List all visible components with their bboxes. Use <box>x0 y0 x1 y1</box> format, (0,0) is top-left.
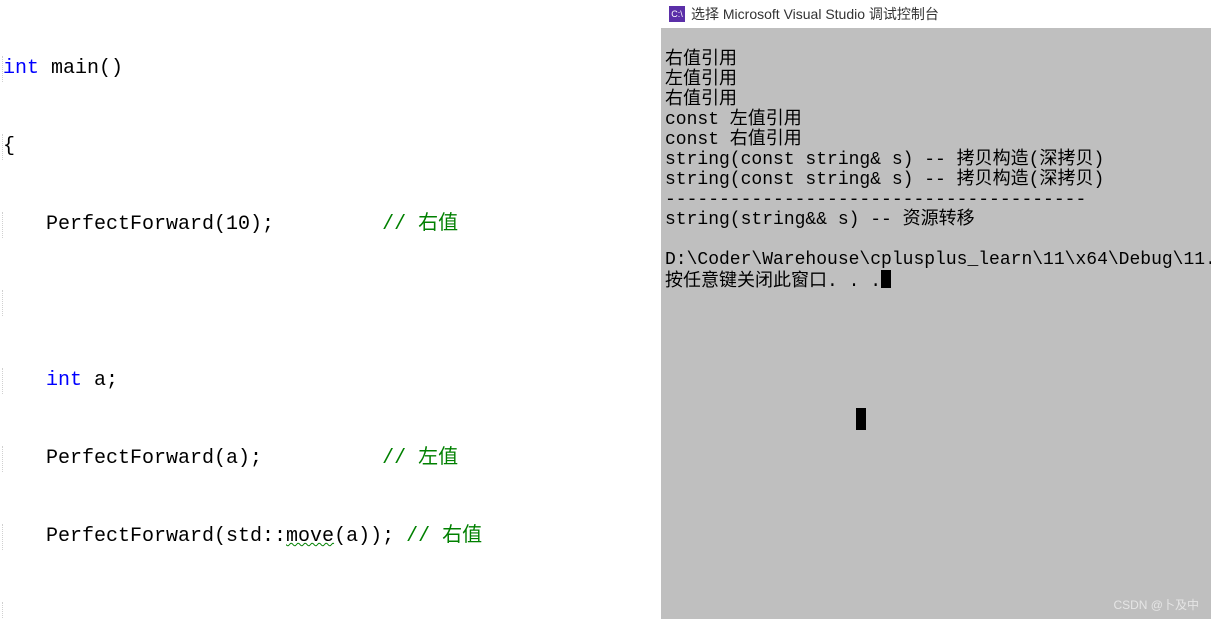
main-sig: main() <box>39 57 123 80</box>
console-output[interactable]: 右值引用 左值引用 右值引用 const 左值引用 const 右值引用 str… <box>661 28 1211 619</box>
console-line: const 左值引用 <box>665 110 802 130</box>
brace: { <box>3 135 15 158</box>
console-line: string(const string& s) -- 拷贝构造(深拷贝) <box>665 150 1104 170</box>
console-cursor <box>881 270 891 288</box>
code-editor[interactable]: int main() { PerfectForward(10); // 右值 i… <box>0 0 661 619</box>
console-block-cursor <box>856 408 866 430</box>
console-title: 选择 Microsoft Visual Studio 调试控制台 <box>691 1 939 27</box>
code-line <box>0 290 661 316</box>
call-perfectforward: PerfectForward(a); <box>46 447 262 470</box>
console-line: 右值引用 <box>665 90 737 110</box>
code-line: int main() <box>0 56 661 82</box>
keyword-int: int <box>46 369 82 392</box>
comment: // 右值 <box>382 213 458 236</box>
console-titlebar[interactable]: C:\ 选择 Microsoft Visual Studio 调试控制台 <box>661 0 1211 28</box>
keyword-int: int <box>3 57 39 80</box>
debug-console-window: C:\ 选择 Microsoft Visual Studio 调试控制台 右值引… <box>661 0 1211 619</box>
code-line <box>0 602 661 619</box>
console-line: string(const string& s) -- 拷贝构造(深拷贝) <box>665 170 1104 190</box>
console-line: D:\Coder\Warehouse\cplusplus_learn\11\x6… <box>665 250 1211 270</box>
watermark-text: CSDN @卜及中 <box>1113 595 1199 615</box>
comment: // 左值 <box>382 447 458 470</box>
code-line: PerfectForward(10); // 右值 <box>0 212 661 238</box>
console-line: const 右值引用 <box>665 130 802 150</box>
console-line: 左值引用 <box>665 70 737 90</box>
console-line: 按任意键关闭此窗口. . . <box>665 272 881 292</box>
comment: // 右值 <box>406 525 482 548</box>
console-line: string(string&& s) -- 资源转移 <box>665 210 975 230</box>
console-line: --------------------------------------- <box>665 190 1086 210</box>
call-tail: (a)); <box>334 525 406 548</box>
move-call: move <box>286 525 334 548</box>
console-line: 右值引用 <box>665 50 737 70</box>
call-head: PerfectForward(std:: <box>46 525 286 548</box>
code-line: int a; <box>0 368 661 394</box>
code-line: { <box>0 134 661 160</box>
decl-a: a; <box>82 369 118 392</box>
code-line: PerfectForward(std::move(a)); // 右值 <box>0 524 661 550</box>
console-title-icon: C:\ <box>669 6 685 22</box>
call-perfectforward: PerfectForward(10); <box>46 213 274 236</box>
code-line: PerfectForward(a); // 左值 <box>0 446 661 472</box>
